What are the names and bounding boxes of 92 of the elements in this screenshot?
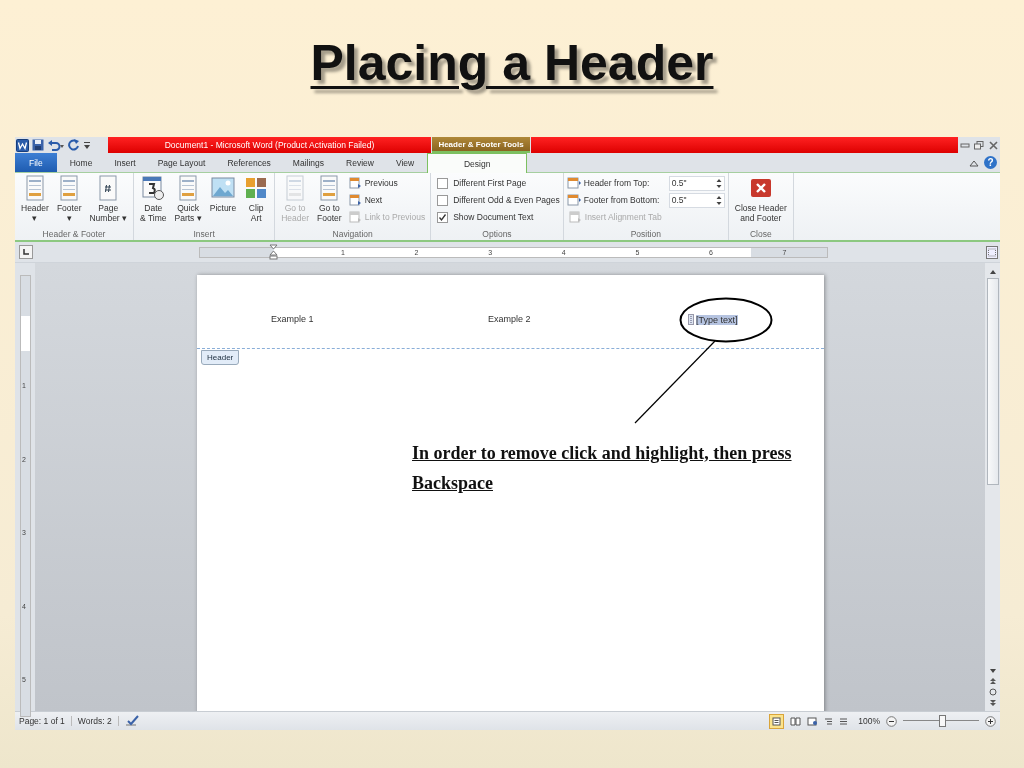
calendar-icon	[141, 175, 166, 201]
ribbon-button[interactable]: Quick Parts ▾	[171, 175, 205, 223]
page-count[interactable]: Page: 1 of 1	[19, 716, 72, 726]
checkbox[interactable]	[437, 194, 449, 206]
contextual-tab-group: Header & Footer Tools	[432, 137, 530, 153]
save-icon[interactable]	[32, 139, 44, 151]
ribbon-tab[interactable]: Insert	[103, 153, 147, 172]
minimize-icon[interactable]	[960, 141, 971, 149]
redo-icon[interactable]	[68, 139, 80, 151]
zoom-level[interactable]: 100%	[858, 716, 880, 726]
ribbon-button[interactable]: Next	[346, 192, 428, 208]
help-icon[interactable]: ?	[984, 156, 997, 169]
ribbon-button[interactable]: Header ▾	[18, 175, 52, 223]
spinner-arrows-icon[interactable]	[715, 177, 722, 189]
ribbon-tab[interactable]: References	[216, 153, 282, 172]
spin-field[interactable]: 0.5"	[668, 175, 725, 191]
indent-marker-icon[interactable]	[269, 243, 278, 260]
checkbox-option[interactable]: Show Document Text	[434, 209, 560, 225]
document-icon	[348, 211, 362, 223]
web-layout-icon[interactable]	[807, 716, 819, 726]
ribbon-tab[interactable]: Home	[58, 153, 104, 172]
ruler-text-area	[21, 316, 30, 351]
ribbon-group: Different First Page Different Odd & Even Pages Show Document Text Options	[431, 173, 564, 240]
draft-view-icon[interactable]	[839, 716, 849, 726]
ribbon-tab[interactable]: View	[384, 153, 426, 172]
ribbon-group: Close Header and Footer Close	[728, 173, 794, 240]
checkbox-option[interactable]: Different First Page	[434, 175, 560, 191]
checkbox[interactable]	[437, 211, 449, 223]
annotation-text: In order to remove click and highlight, then press Backspace	[412, 442, 793, 495]
spin-label: Header from Top:	[583, 178, 651, 188]
scroll-down-icon[interactable]	[988, 668, 997, 674]
close-icon[interactable]	[988, 140, 998, 150]
corner-icon	[22, 248, 30, 256]
margin-icon	[566, 177, 582, 189]
checkbox-label: Different First Page	[453, 178, 527, 188]
vertical-scrollbar[interactable]	[985, 263, 1000, 711]
ribbon-tab[interactable]: Design	[427, 153, 528, 173]
zoom-out-icon[interactable]	[886, 715, 897, 727]
document-icon	[348, 177, 362, 189]
spin-field[interactable]: 0.5"	[668, 192, 725, 208]
header-text[interactable]: Example 1	[271, 314, 488, 324]
ribbon-button[interactable]: Page Number ▾	[86, 175, 131, 223]
print-layout-icon[interactable]	[769, 713, 785, 729]
browse-object-icon[interactable]	[988, 688, 997, 696]
ribbon-group: Header ▾ Footer ▾ Page Number ▾ Header & Footer	[15, 173, 135, 240]
undo-icon[interactable]	[47, 139, 65, 151]
scroll-thumb[interactable]	[986, 278, 999, 485]
ribbon-tab[interactable]: Mailings	[281, 153, 336, 172]
ribbon-button[interactable]: Date & Time	[137, 175, 170, 223]
ribbon-button[interactable]: Close Header and Footer	[731, 175, 790, 223]
image-icon	[210, 175, 235, 201]
checkbox-label: Show Document Text	[453, 212, 534, 222]
view-ruler-icon[interactable]	[986, 245, 998, 259]
ribbon-tab[interactable]: Page Layout	[146, 153, 217, 172]
ribbon-button[interactable]: Clip Art	[241, 175, 272, 223]
ribbon-button[interactable]: Picture	[206, 175, 240, 213]
outline-view-icon[interactable]	[824, 716, 834, 726]
ribbon-group: Header from Top: 0.5" Footer from Bottom: 0.5" Insert Alignment Tab Position	[563, 173, 729, 240]
tab-selector-button[interactable]	[19, 245, 33, 259]
spinner-arrows-icon[interactable]	[715, 194, 722, 206]
collapse-ribbon-icon[interactable]	[969, 158, 979, 167]
margin-icon	[566, 194, 582, 206]
ribbon-button[interactable]: Footer ▾	[53, 175, 85, 223]
scroll-up-icon[interactable]	[988, 269, 997, 275]
word-count[interactable]: Words: 2	[77, 716, 119, 726]
header-tag: Header	[201, 350, 240, 365]
checkbox-label: Different Odd & Even Pages	[453, 195, 560, 205]
ribbon-tab[interactable]: File	[15, 153, 57, 172]
window-title: Document1 - Microsoft Word (Product Activation Failed)	[164, 140, 375, 150]
zoom-in-icon[interactable]	[985, 715, 996, 727]
proofing-icon[interactable]	[124, 715, 141, 727]
checkbox[interactable]	[437, 177, 449, 189]
document-icon	[348, 194, 362, 206]
customize-caret-icon[interactable]	[83, 139, 91, 151]
ribbon-group: Go to Header Go to Footer Previous Next Link to Previous Navigation	[275, 173, 432, 240]
checkbox-option[interactable]: Different Odd & Even Pages	[434, 192, 560, 208]
word-icon[interactable]	[16, 138, 29, 152]
restore-icon[interactable]	[974, 140, 985, 150]
next-page-icon[interactable]	[988, 699, 997, 707]
zoom-slider-thumb[interactable]	[939, 715, 946, 727]
header-text[interactable]: Example 2	[488, 314, 688, 324]
reading-view-icon[interactable]	[790, 716, 802, 726]
shapes-icon	[244, 175, 269, 201]
ribbon-tab[interactable]: Review	[335, 153, 385, 172]
document-icon	[568, 211, 582, 223]
previous-page-icon[interactable]	[988, 677, 997, 685]
ribbon-group: Date & Time Quick Parts ▾ Picture Clip Art Insert	[134, 173, 276, 240]
ribbon-button[interactable]: Go to Footer	[314, 175, 345, 223]
drag-handle-icon[interactable]	[688, 314, 694, 325]
ribbon-button[interactable]: Previous	[346, 175, 428, 191]
slide-title: Placing a Header	[310, 36, 714, 91]
spin-label: Footer from Bottom:	[583, 195, 661, 205]
